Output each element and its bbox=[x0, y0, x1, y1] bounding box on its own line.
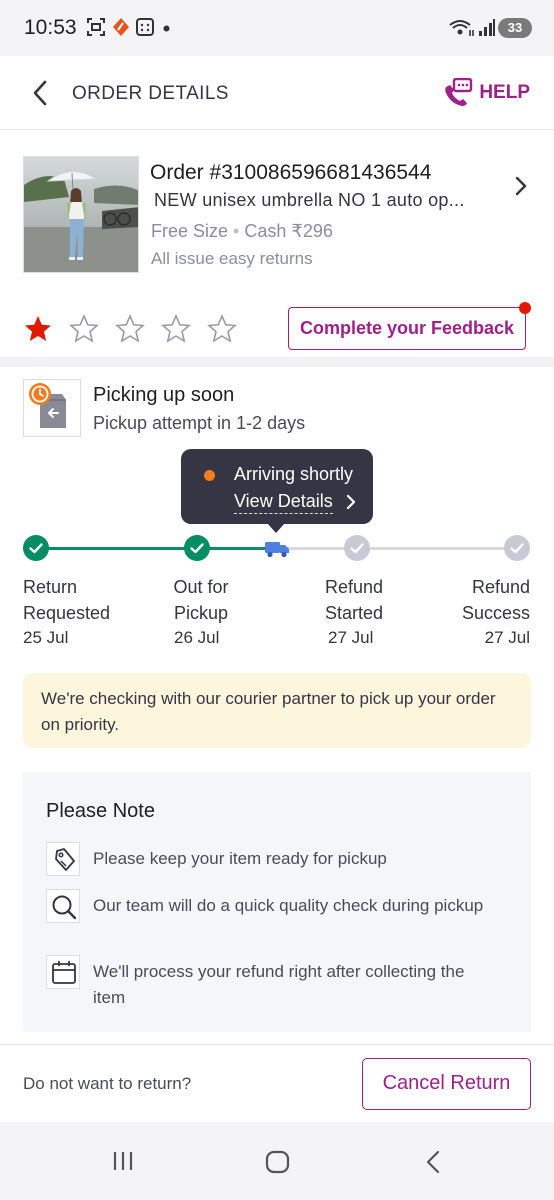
product-size: Free Size bbox=[151, 221, 229, 241]
pickup-title: Picking up soon bbox=[93, 384, 235, 406]
wifi-icon bbox=[449, 20, 474, 36]
rating-stars[interactable] bbox=[23, 314, 237, 344]
please-note-section: Please Note Please keep your item ready … bbox=[23, 772, 531, 1032]
step-node-refund-success bbox=[504, 535, 530, 561]
progress-line-completed bbox=[36, 547, 277, 550]
tooltip-status: Arriving shortly bbox=[234, 464, 354, 484]
returns-policy: All issue easy returns bbox=[151, 249, 313, 268]
search-icon bbox=[46, 889, 80, 923]
note-item: Please keep your item ready for pickup bbox=[46, 842, 516, 876]
help-label: HELP bbox=[479, 82, 530, 103]
back-icon[interactable] bbox=[424, 1150, 442, 1174]
step-date-1: 25 Jul bbox=[23, 628, 69, 647]
cancel-return-button[interactable]: Cancel Return bbox=[362, 1058, 531, 1110]
step-label-line: Return bbox=[23, 577, 78, 597]
check-icon bbox=[29, 543, 43, 554]
page-title: ORDER DETAILS bbox=[72, 83, 229, 104]
step-label-1: Return Requested bbox=[23, 574, 110, 626]
order-id: Order #310086596681436544 bbox=[150, 161, 432, 184]
status-bar: 10:53 33 bbox=[0, 0, 554, 56]
product-name: NEW unisex umbrella NO 1 auto op... bbox=[154, 190, 465, 210]
help-button[interactable]: HELP bbox=[443, 78, 530, 108]
feedback-button-label: Complete your Feedback bbox=[299, 318, 515, 338]
check-icon bbox=[190, 543, 204, 554]
delivery-truck-icon bbox=[265, 542, 289, 558]
step-label-3: Refund Started bbox=[320, 574, 388, 626]
payment-info: Cash ₹296 bbox=[244, 221, 333, 241]
step-label-line: Started bbox=[324, 603, 384, 623]
note-item: We'll process your refund right after co… bbox=[46, 955, 516, 1011]
step-label-line: Refund bbox=[324, 577, 384, 597]
calendar-icon bbox=[46, 955, 80, 989]
star-2-icon[interactable] bbox=[69, 314, 99, 344]
note-item: Our team will do a quick quality check d… bbox=[46, 889, 516, 945]
home-icon[interactable] bbox=[265, 1150, 291, 1174]
tag-icon bbox=[46, 842, 80, 876]
note-text: Our team will do a quick quality check d… bbox=[93, 896, 484, 915]
view-details-link[interactable]: View Details bbox=[234, 491, 333, 514]
check-icon bbox=[510, 543, 524, 554]
star-3-icon[interactable] bbox=[115, 314, 145, 344]
back-arrow-icon[interactable] bbox=[28, 78, 52, 108]
star-5-icon[interactable] bbox=[207, 314, 237, 344]
courier-info-message: We're checking with our courier partner … bbox=[23, 673, 531, 748]
step-node-return-requested bbox=[23, 535, 49, 561]
step-label-2: Out for Pickup bbox=[170, 574, 232, 626]
calculator-icon bbox=[136, 18, 154, 36]
star-4-icon[interactable] bbox=[161, 314, 191, 344]
pickup-status-icon bbox=[23, 379, 81, 437]
system-navigation-bar bbox=[0, 1122, 554, 1200]
separator-dot: • bbox=[233, 221, 240, 241]
note-text: We'll process your refund right after co… bbox=[93, 962, 465, 1007]
progress-line-pending bbox=[277, 547, 517, 550]
step-label-line: Success bbox=[461, 603, 530, 623]
pickup-subtitle: Pickup attempt in 1-2 days bbox=[93, 413, 306, 433]
step-date-3: 27 Jul bbox=[328, 628, 374, 647]
notification-dot bbox=[519, 302, 531, 314]
recent-apps-icon[interactable] bbox=[111, 1150, 135, 1172]
product-image bbox=[24, 157, 138, 272]
product-thumbnail[interactable] bbox=[23, 156, 139, 273]
order-summary-card[interactable]: Order #310086596681436544 NEW unisex umb… bbox=[0, 131, 554, 357]
step-node-refund-started bbox=[344, 535, 370, 561]
return-package-icon bbox=[29, 383, 66, 428]
status-dot bbox=[204, 470, 215, 481]
chevron-right-icon[interactable] bbox=[345, 493, 357, 511]
step-label-line: Out for bbox=[173, 577, 229, 597]
support-chat-icon bbox=[445, 78, 473, 106]
section-divider bbox=[0, 357, 554, 367]
bottom-action-bar: Do not want to return? Cancel Return bbox=[0, 1044, 554, 1122]
more-notifications-icon bbox=[163, 25, 170, 32]
app-header: ORDER DETAILS HELP bbox=[0, 56, 554, 130]
app-notification-icon bbox=[113, 18, 129, 36]
tracking-tooltip: Arriving shortly View Details bbox=[181, 449, 373, 533]
step-node-out-for-pickup bbox=[184, 535, 210, 561]
complete-feedback-button[interactable]: Complete your Feedback bbox=[288, 302, 531, 350]
screenshot-icon bbox=[87, 18, 105, 36]
step-date-2: 26 Jul bbox=[174, 628, 220, 647]
step-label-4: Refund Success bbox=[462, 574, 530, 626]
status-time: 10:53 bbox=[24, 16, 77, 39]
step-label-line: Refund bbox=[471, 577, 530, 597]
cancel-return-prompt: Do not want to return? bbox=[23, 1074, 192, 1093]
note-title: Please Note bbox=[46, 800, 155, 822]
step-label-line: Requested bbox=[23, 603, 111, 623]
order-meta: Free Size • Cash ₹296 bbox=[151, 221, 333, 242]
chevron-right-icon[interactable] bbox=[514, 175, 528, 197]
check-icon bbox=[350, 543, 364, 554]
step-date-4: 27 Jul bbox=[484, 628, 530, 647]
note-text: Please keep your item ready for pickup bbox=[93, 849, 387, 868]
star-1-icon[interactable] bbox=[23, 314, 53, 344]
step-label-line: Pickup bbox=[173, 603, 229, 623]
signal-icon bbox=[479, 19, 495, 36]
battery-indicator: 33 bbox=[498, 18, 532, 38]
return-progress-tracker bbox=[0, 535, 554, 563]
